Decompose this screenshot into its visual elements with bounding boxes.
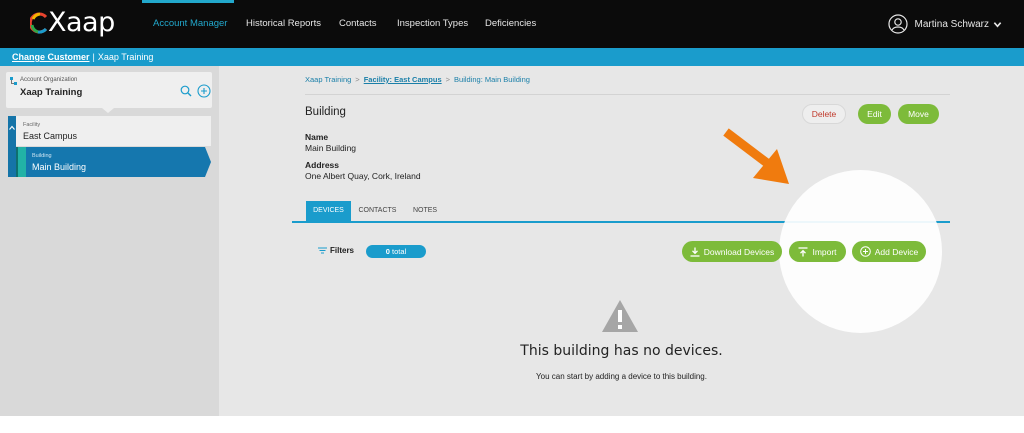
- main-content: Xaap Training > Facility: East Campus > Buil…: [219, 66, 1024, 416]
- upload-icon: [798, 246, 808, 256]
- download-devices-label: Download Devices: [703, 246, 775, 257]
- filters-button[interactable]: Filters: [318, 246, 354, 255]
- org-name: Xaap Training: [20, 87, 83, 98]
- breadcrumb-separator: >: [445, 75, 451, 84]
- search-icon[interactable]: [180, 85, 192, 97]
- building-name: Main Building: [32, 162, 87, 172]
- import-button[interactable]: Import: [789, 241, 846, 262]
- change-customer-link[interactable]: Change Customer: [12, 52, 90, 62]
- nav-deficiencies[interactable]: Deficiencies: [485, 0, 536, 48]
- add-device-label: Add Device: [874, 246, 919, 257]
- nav-historical-reports[interactable]: Historical Reports: [246, 0, 321, 48]
- org-caption: Account Organization: [20, 77, 78, 83]
- hierarchy-icon: [10, 77, 17, 85]
- warning-icon: [602, 300, 638, 332]
- user-name: Martina Schwarz: [914, 18, 989, 30]
- building-selected-pointer: [205, 147, 211, 177]
- xaap-logo[interactable]: Xaap: [30, 8, 115, 40]
- sidebar-item-facility[interactable]: Facility East Campus: [16, 116, 211, 146]
- filter-icon: [318, 247, 327, 254]
- total-count-badge: 0 total: [366, 245, 426, 258]
- customer-bar: Change Customer | Xaap Training: [0, 48, 1024, 66]
- page-title: Building: [305, 106, 346, 118]
- add-circle-icon: [859, 246, 871, 257]
- org-card-pointer: [102, 108, 114, 113]
- add-circle-icon[interactable]: [197, 84, 211, 98]
- tab-contacts[interactable]: CONTACTS: [355, 201, 400, 221]
- sidebar: Account Organization Xaap Training Facil…: [0, 66, 219, 416]
- user-avatar-icon: [887, 14, 908, 34]
- address-label: Address: [305, 160, 340, 170]
- building-caption: Building: [32, 153, 52, 159]
- name-value: Main Building: [305, 143, 357, 153]
- sidebar-item-building[interactable]: Building Main Building: [26, 147, 205, 177]
- total-suffix: total: [392, 247, 407, 256]
- orange-arrow-icon: [723, 128, 789, 184]
- facility-caption: Facility: [23, 122, 41, 128]
- logo-ring-icon: [30, 12, 48, 34]
- download-icon: [690, 247, 700, 257]
- tab-devices[interactable]: DEVICES: [306, 201, 351, 221]
- edit-button[interactable]: Edit: [858, 104, 891, 124]
- name-label: Name: [305, 132, 329, 142]
- import-label: Import: [812, 246, 837, 257]
- nav-contacts[interactable]: Contacts: [339, 0, 377, 48]
- total-count: 0: [385, 247, 390, 256]
- download-devices-button[interactable]: Download Devices: [682, 241, 782, 262]
- nav-account-manager[interactable]: Account Manager: [153, 0, 227, 48]
- chevron-down-icon: [993, 21, 1002, 28]
- facility-name: East Campus: [23, 131, 78, 141]
- customer-separator: |: [92, 52, 95, 62]
- add-device-button[interactable]: Add Device: [852, 241, 926, 262]
- breadcrumb-separator: >: [355, 75, 360, 84]
- nav-inspection-types[interactable]: Inspection Types: [397, 0, 468, 48]
- address-value: One Albert Quay, Cork, Ireland: [305, 171, 421, 181]
- breadcrumb-divider: [305, 94, 950, 95]
- empty-state-title: This building has no devices.: [520, 343, 723, 359]
- chevron-up-icon[interactable]: [9, 125, 15, 131]
- account-organization-card[interactable]: Account Organization Xaap Training: [6, 72, 212, 108]
- filters-label: Filters: [330, 246, 355, 255]
- brand-name: Xaap: [48, 7, 115, 38]
- building-accent-stripe: [18, 147, 26, 177]
- customer-name: Xaap Training: [97, 52, 154, 62]
- tab-notes[interactable]: NOTES: [409, 201, 441, 221]
- breadcrumb-root[interactable]: Xaap Training: [305, 75, 351, 84]
- top-navigation: Xaap Account Manager Historical Reports …: [0, 0, 1024, 48]
- breadcrumb-current: Building: Main Building: [454, 75, 530, 84]
- breadcrumb: Xaap Training > Facility: East Campus > Buil…: [305, 75, 530, 84]
- user-menu[interactable]: Martina Schwarz: [887, 13, 1002, 35]
- breadcrumb-facility-link[interactable]: Facility: East Campus: [364, 75, 442, 84]
- move-button[interactable]: Move: [898, 104, 939, 124]
- empty-state-subtitle: You can start by adding a device to this…: [536, 372, 707, 381]
- delete-button[interactable]: Delete: [802, 104, 846, 124]
